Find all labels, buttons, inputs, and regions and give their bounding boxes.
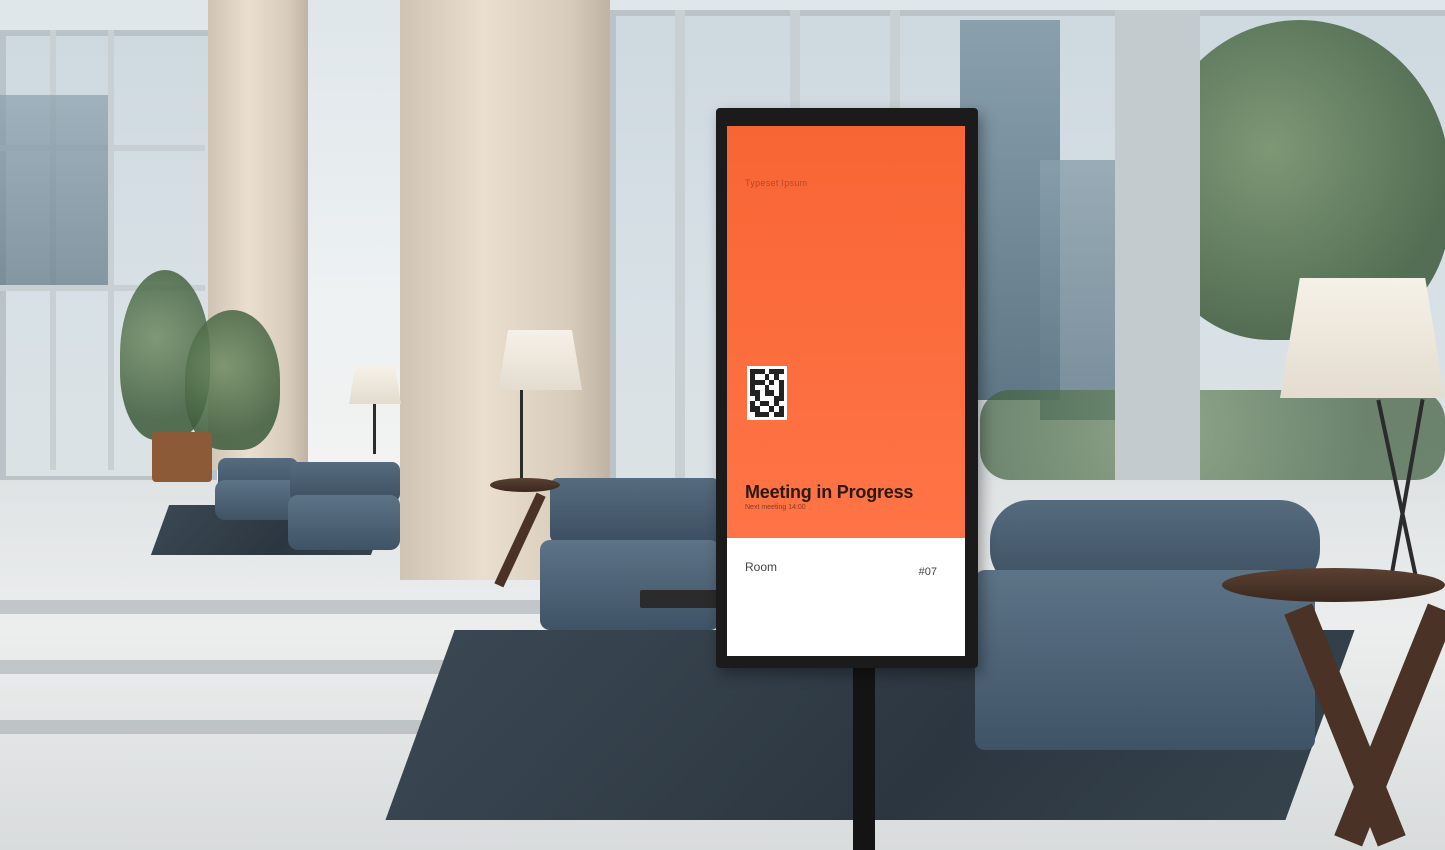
display-stand [853,660,875,850]
floor-lamp-shade [349,366,401,404]
next-meeting-text: Next meeting 14:00 [745,504,806,511]
signage-display: Typeset Ipsum Meeting in Progress Next m… [716,108,978,668]
brand-text: Typeset Ipsum [745,178,808,188]
outside-tower [1040,160,1120,420]
status-panel: Typeset Ipsum Meeting in Progress Next m… [727,126,965,538]
window-mullion [1115,10,1200,510]
floor-lamp-shade [1280,278,1445,398]
plant-pot [152,432,212,482]
sofa [288,495,400,550]
floor-lamp-pole [520,390,523,480]
window-mullion [675,10,685,510]
room-label: Room [745,560,778,574]
side-table-top [490,478,560,492]
qr-module [779,411,784,417]
coffee-table-top [1222,568,1445,602]
sofa-back [550,478,720,543]
sofa [540,540,720,630]
meeting-status-title: Meeting in Progress [745,482,914,502]
room-number: #07 [918,566,937,578]
floor-lamp-pole [373,404,376,454]
floor-shadow [0,600,560,614]
outside-hedge [980,390,1445,480]
lobby-scene: Typeset Ipsum Meeting in Progress Next m… [0,0,1445,850]
outside-building [0,95,108,285]
window-mullion [108,30,114,470]
indoor-plant [185,310,280,450]
display-screen: Typeset Ipsum Meeting in Progress Next m… [727,126,965,656]
floor-lamp-shade [498,330,582,390]
qr-code-icon[interactable] [747,366,787,420]
